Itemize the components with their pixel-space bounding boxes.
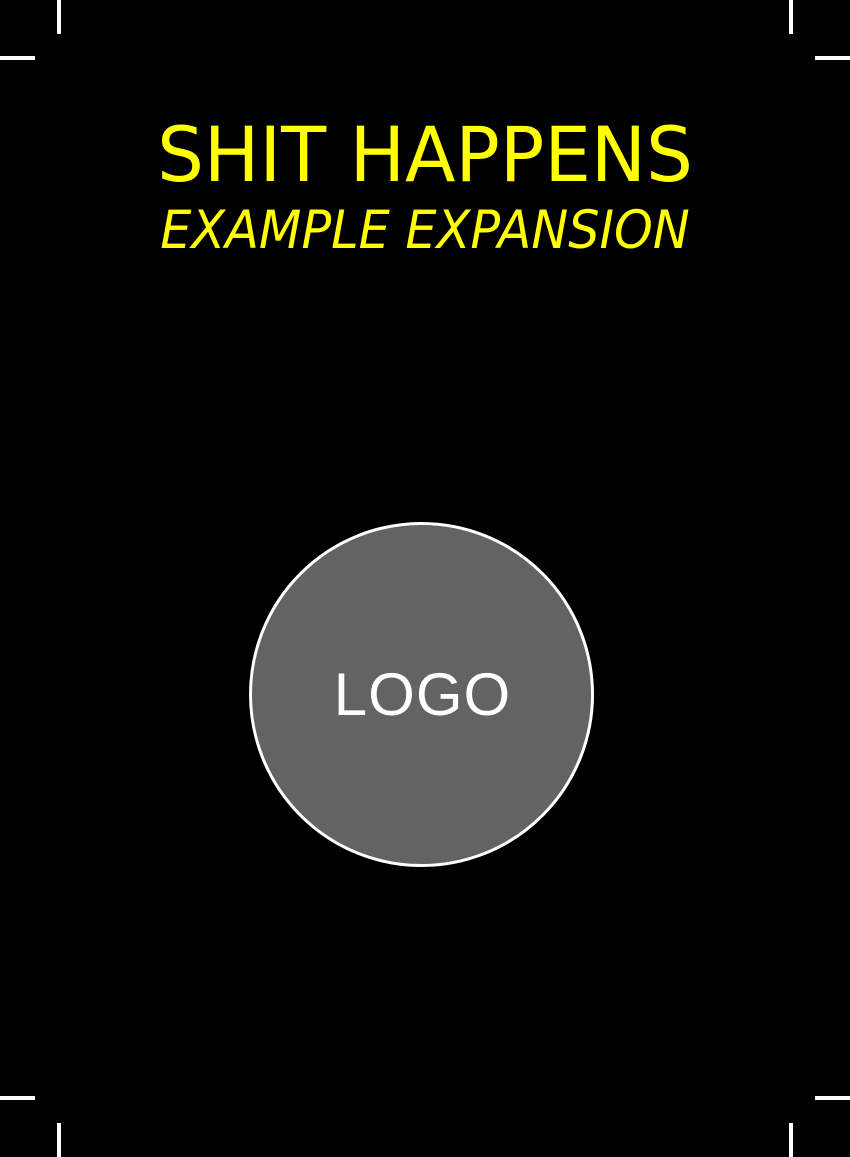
logo-placeholder: LOGO	[249, 522, 594, 867]
crop-mark-top-left-horizontal	[0, 56, 35, 60]
crop-mark-top-right-vertical	[789, 0, 793, 34]
crop-mark-bottom-left-vertical	[57, 1123, 61, 1157]
logo-text: LOGO	[333, 661, 512, 728]
card-title: SHIT HAPPENS	[157, 110, 693, 199]
crop-mark-bottom-right-horizontal	[815, 1096, 850, 1100]
crop-mark-top-right-horizontal	[815, 56, 850, 60]
crop-mark-top-left-vertical	[57, 0, 61, 34]
card: SHIT HAPPENS EXAMPLE EXPANSION LOGO	[0, 0, 850, 1157]
card-subtitle: EXAMPLE EXPANSION	[160, 200, 690, 261]
crop-mark-bottom-right-vertical	[789, 1123, 793, 1157]
crop-mark-bottom-left-horizontal	[0, 1096, 35, 1100]
